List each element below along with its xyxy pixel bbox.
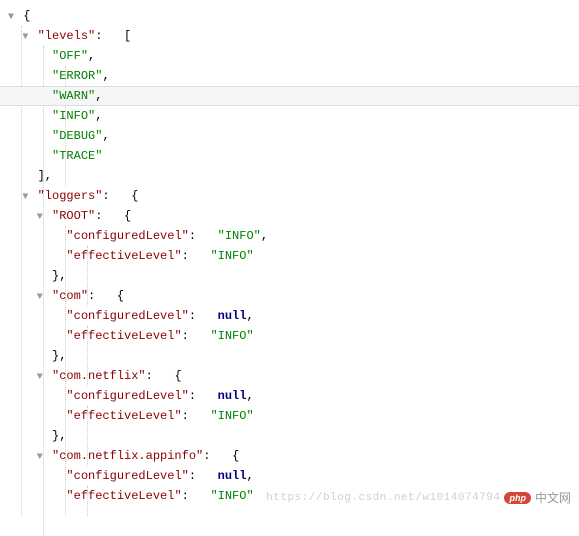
json-line: ▼ "com.netflix.appinfo": { — [0, 446, 579, 466]
json-line: ▼ "loggers": { — [0, 186, 579, 206]
json-line: "effectiveLevel": "INFO" — [0, 246, 579, 266]
collapse-arrow[interactable]: ▼ — [35, 208, 45, 228]
json-line: }, — [0, 426, 579, 446]
json-line: "OFF", — [0, 46, 579, 66]
watermark-zh: 中文网 — [535, 489, 571, 506]
json-line: ▼ { — [0, 6, 579, 26]
json-line: "ERROR", — [0, 66, 579, 86]
collapse-arrow[interactable]: ▼ — [20, 188, 30, 208]
json-line: "WARN", — [0, 86, 579, 106]
json-line: "DEBUG", — [0, 126, 579, 146]
collapse-arrow[interactable]: ▼ — [6, 8, 16, 28]
collapse-arrow[interactable]: ▼ — [35, 288, 45, 308]
json-line: "configuredLevel": null, — [0, 466, 579, 486]
php-badge: php — [504, 492, 531, 504]
json-line: "INFO", — [0, 106, 579, 126]
json-line: "TRACE" — [0, 146, 579, 166]
json-line: "effectiveLevel": "INFO" — [0, 406, 579, 426]
collapse-arrow[interactable]: ▼ — [20, 28, 30, 48]
json-line: ▼ "com.netflix": { — [0, 366, 579, 386]
watermark-url: https://blog.csdn.net/w1014074794 — [266, 492, 500, 504]
json-line: "configuredLevel": "INFO", — [0, 226, 579, 246]
json-line: ], — [0, 166, 579, 186]
collapse-arrow[interactable]: ▼ — [35, 448, 45, 468]
watermark: https://blog.csdn.net/w1014074794 php 中文… — [266, 489, 571, 506]
json-line: "configuredLevel": null, — [0, 306, 579, 326]
json-line: "effectiveLevel": "INFO" — [0, 326, 579, 346]
json-line: }, — [0, 266, 579, 286]
json-line: ▼ "ROOT": { — [0, 206, 579, 226]
json-line: ▼ "com": { — [0, 286, 579, 306]
json-line: }, — [0, 346, 579, 366]
collapse-arrow[interactable]: ▼ — [35, 368, 45, 388]
json-line: ▼ "levels": [ — [0, 26, 579, 46]
json-line: "configuredLevel": null, — [0, 386, 579, 406]
